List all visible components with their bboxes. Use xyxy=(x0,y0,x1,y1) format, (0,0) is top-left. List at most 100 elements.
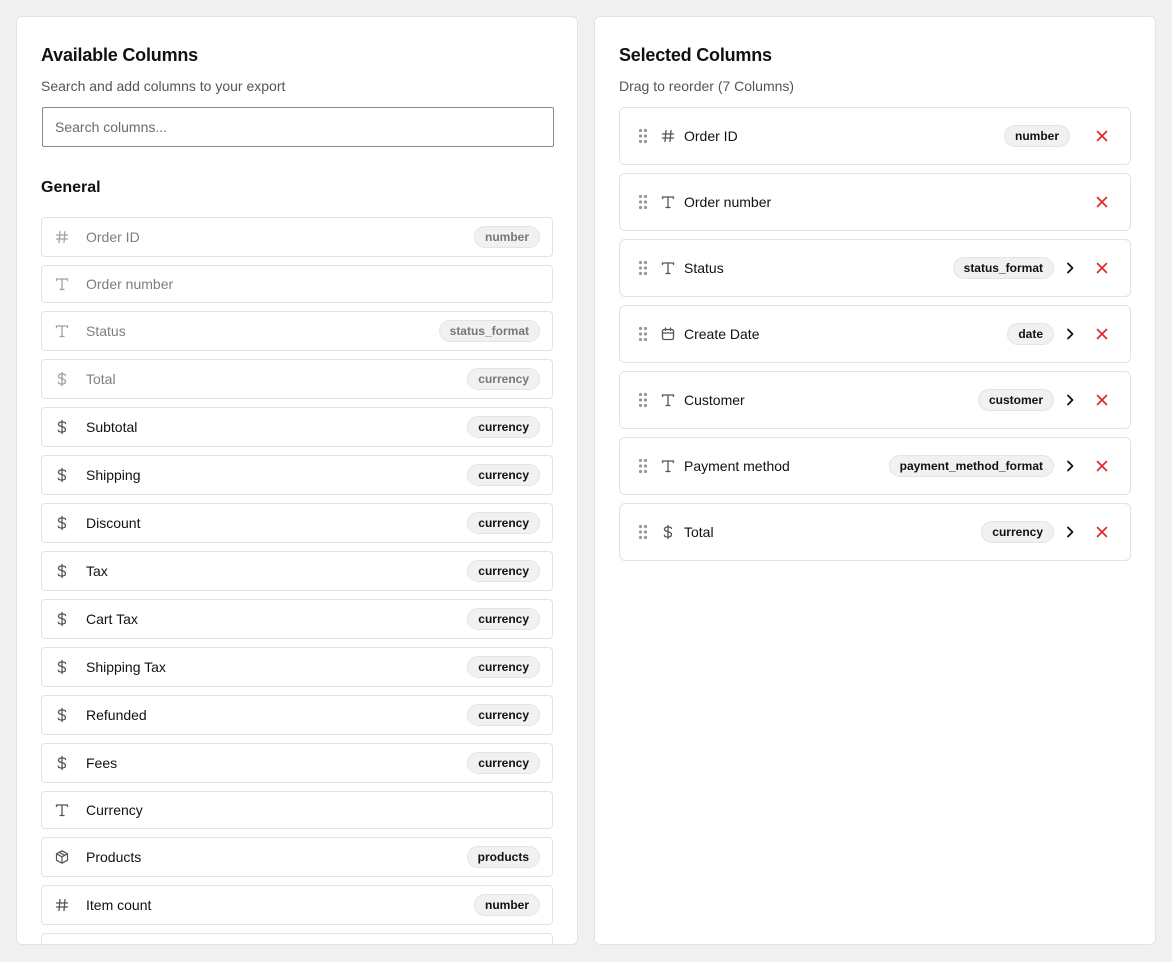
text-icon xyxy=(660,458,676,474)
column-label: Order number xyxy=(86,276,174,292)
column-label: Shipping xyxy=(86,467,141,483)
dollar-icon xyxy=(54,563,70,579)
column-label: Refunded xyxy=(86,707,147,723)
available-column-total[interactable]: Total currency xyxy=(41,359,553,399)
format-badge: products xyxy=(466,846,540,868)
drag-handle-icon[interactable] xyxy=(638,128,648,144)
dollar-icon xyxy=(54,659,70,675)
column-label: Shipping Tax xyxy=(86,659,166,675)
dollar-icon xyxy=(54,611,70,627)
column-label: Customer xyxy=(684,392,745,408)
selected-column-total[interactable]: Total currency xyxy=(619,503,1131,561)
available-column-currency[interactable]: Currency xyxy=(41,791,553,829)
format-badge: date xyxy=(1007,323,1054,345)
available-column-refunded[interactable]: Refunded currency xyxy=(41,695,553,735)
selected-columns-subtitle: Drag to reorder (7 Columns) xyxy=(619,78,795,94)
column-label: Order ID xyxy=(86,229,140,245)
drag-handle-icon[interactable] xyxy=(638,524,648,540)
format-badge: currency xyxy=(467,512,540,534)
column-label: Create Date xyxy=(684,326,760,342)
format-badge: customer xyxy=(977,389,1054,411)
available-column-products[interactable]: Products products xyxy=(41,837,553,877)
drag-handle-icon[interactable] xyxy=(638,458,648,474)
remove-column-close-icon[interactable] xyxy=(1094,128,1110,144)
format-badge: number xyxy=(473,226,540,248)
available-column-status[interactable]: Status status_format xyxy=(41,311,553,351)
chevron-right-icon[interactable] xyxy=(1062,524,1078,540)
column-label: Status xyxy=(684,260,724,276)
chevron-right-icon[interactable] xyxy=(1062,326,1078,342)
drag-handle-icon[interactable] xyxy=(638,326,648,342)
remove-column-close-icon[interactable] xyxy=(1094,392,1110,408)
format-badge: number xyxy=(473,894,540,916)
column-label: Payment method xyxy=(684,458,790,474)
column-label: Order number xyxy=(684,194,772,210)
section-title-general: General xyxy=(41,179,101,196)
format-badge: currency xyxy=(981,521,1054,543)
available-column-order-id[interactable]: Order ID number xyxy=(41,217,553,257)
dollar-icon xyxy=(54,707,70,723)
format-badge: payment_method_format xyxy=(888,455,1054,477)
search-columns-input[interactable] xyxy=(42,107,554,147)
format-badge: currency xyxy=(467,464,540,486)
selected-column-payment-method[interactable]: Payment method payment_method_format xyxy=(619,437,1131,495)
dollar-icon xyxy=(54,755,70,771)
available-column-subtotal[interactable]: Subtotal currency xyxy=(41,407,553,447)
available-column-item-count[interactable]: Item count number xyxy=(41,885,553,925)
text-icon xyxy=(54,276,70,292)
format-badge: currency xyxy=(467,704,540,726)
available-column-fees[interactable]: Fees currency xyxy=(41,743,553,783)
chevron-right-icon[interactable] xyxy=(1062,458,1078,474)
selected-column-order-id[interactable]: Order ID number xyxy=(619,107,1131,165)
available-column-shipping[interactable]: Shipping currency xyxy=(41,455,553,495)
selected-columns-title: Selected Columns xyxy=(619,45,772,65)
column-label: Status xyxy=(86,323,126,339)
column-label: Tax xyxy=(86,563,108,579)
chevron-right-icon[interactable] xyxy=(1062,392,1078,408)
drag-handle-icon[interactable] xyxy=(638,194,648,210)
format-badge: currency xyxy=(467,608,540,630)
available-column-cart-tax[interactable]: Cart Tax currency xyxy=(41,599,553,639)
available-column-row[interactable] xyxy=(41,933,553,944)
available-columns-panel: Available Columns Search and add columns… xyxy=(16,16,578,945)
format-badge: currency xyxy=(467,560,540,582)
text-icon xyxy=(660,260,676,276)
dollar-icon xyxy=(54,371,70,387)
available-column-shipping-tax[interactable]: Shipping Tax currency xyxy=(41,647,553,687)
remove-column-close-icon[interactable] xyxy=(1094,458,1110,474)
hash-icon xyxy=(54,897,70,913)
column-label: Item count xyxy=(86,897,152,913)
dollar-icon xyxy=(54,467,70,483)
column-label: Total xyxy=(684,524,714,540)
selected-column-customer[interactable]: Customer customer xyxy=(619,371,1131,429)
hash-icon xyxy=(54,229,70,245)
selected-column-status[interactable]: Status status_format xyxy=(619,239,1131,297)
format-badge: currency xyxy=(467,656,540,678)
available-column-tax[interactable]: Tax currency xyxy=(41,551,553,591)
remove-column-close-icon[interactable] xyxy=(1094,194,1110,210)
selected-columns-list: Order ID number Order number Status status_f… xyxy=(619,107,1131,569)
chevron-right-icon[interactable] xyxy=(1062,260,1078,276)
available-column-order-number[interactable]: Order number xyxy=(41,265,553,303)
drag-handle-icon[interactable] xyxy=(638,260,648,276)
format-badge: currency xyxy=(467,416,540,438)
available-columns-list: Order ID number Order number Status status_f… xyxy=(41,217,553,944)
format-badge: status_format xyxy=(952,257,1054,279)
selected-column-order-number[interactable]: Order number xyxy=(619,173,1131,231)
drag-handle-icon[interactable] xyxy=(638,392,648,408)
format-badge: currency xyxy=(467,368,540,390)
remove-column-close-icon[interactable] xyxy=(1094,524,1110,540)
column-label: Fees xyxy=(86,755,118,771)
selected-column-create-date[interactable]: Create Date date xyxy=(619,305,1131,363)
column-label: Total xyxy=(86,371,116,387)
format-badge: currency xyxy=(467,752,540,774)
dollar-icon xyxy=(54,419,70,435)
column-label: Order ID xyxy=(684,128,738,144)
remove-column-close-icon[interactable] xyxy=(1094,326,1110,342)
remove-column-close-icon[interactable] xyxy=(1094,260,1110,276)
available-column-discount[interactable]: Discount currency xyxy=(41,503,553,543)
column-label: Discount xyxy=(86,515,141,531)
dollar-icon xyxy=(54,515,70,531)
column-label: Cart Tax xyxy=(86,611,138,627)
available-columns-title: Available Columns xyxy=(41,45,198,65)
